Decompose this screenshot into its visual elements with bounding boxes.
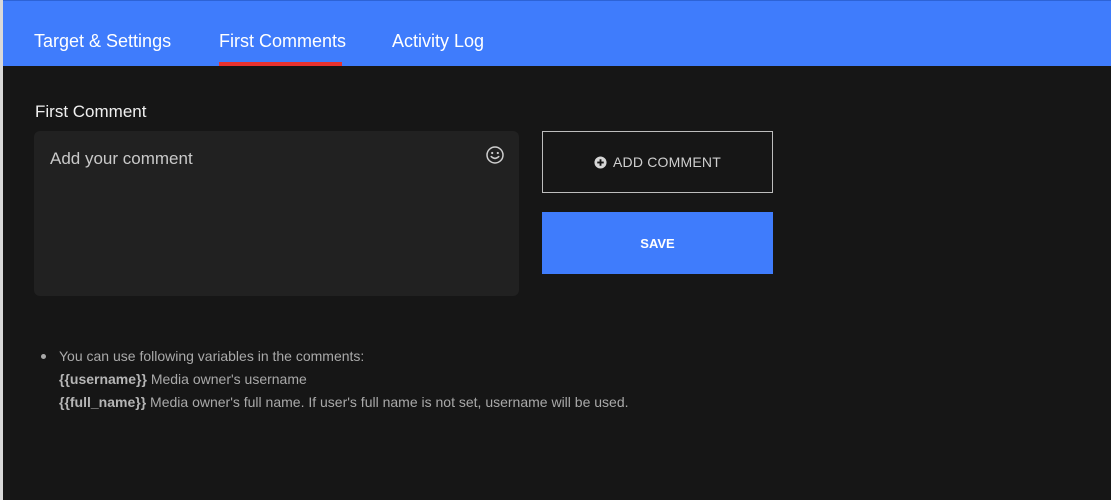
help-variable-full-name: {{full_name}} Media owner's full name. I… bbox=[59, 391, 629, 414]
list-bullet bbox=[41, 354, 46, 359]
add-comment-button[interactable]: ADD COMMENT bbox=[542, 131, 773, 193]
help-lines: You can use following variables in the c… bbox=[59, 345, 629, 414]
comment-input[interactable] bbox=[50, 149, 480, 279]
plus-circle-icon bbox=[594, 155, 607, 169]
variable-name: {{username}} bbox=[59, 371, 147, 387]
variable-name: {{full_name}} bbox=[59, 394, 147, 410]
help-variable-username: {{username}} Media owner's username bbox=[59, 368, 629, 391]
save-label: SAVE bbox=[640, 235, 675, 251]
variable-description: Media owner's username bbox=[146, 371, 307, 387]
section-title: First Comment bbox=[35, 102, 147, 121]
app-frame: Target & Settings First Comments Activit… bbox=[0, 0, 1111, 500]
smiley-icon[interactable] bbox=[485, 145, 505, 165]
tab-first-comments[interactable]: First Comments bbox=[219, 31, 346, 52]
window-edge bbox=[0, 0, 3, 500]
tab-target-settings[interactable]: Target & Settings bbox=[34, 31, 171, 52]
save-button[interactable]: SAVE bbox=[542, 212, 773, 274]
add-comment-label: ADD COMMENT bbox=[613, 154, 721, 170]
tab-bar: Target & Settings First Comments Activit… bbox=[3, 0, 1111, 66]
variable-description: Media owner's full name. If user's full … bbox=[146, 394, 629, 410]
active-tab-indicator bbox=[219, 62, 342, 66]
tab-activity-log[interactable]: Activity Log bbox=[392, 31, 484, 52]
help-intro: You can use following variables in the c… bbox=[59, 348, 365, 364]
comment-editor bbox=[34, 131, 519, 296]
